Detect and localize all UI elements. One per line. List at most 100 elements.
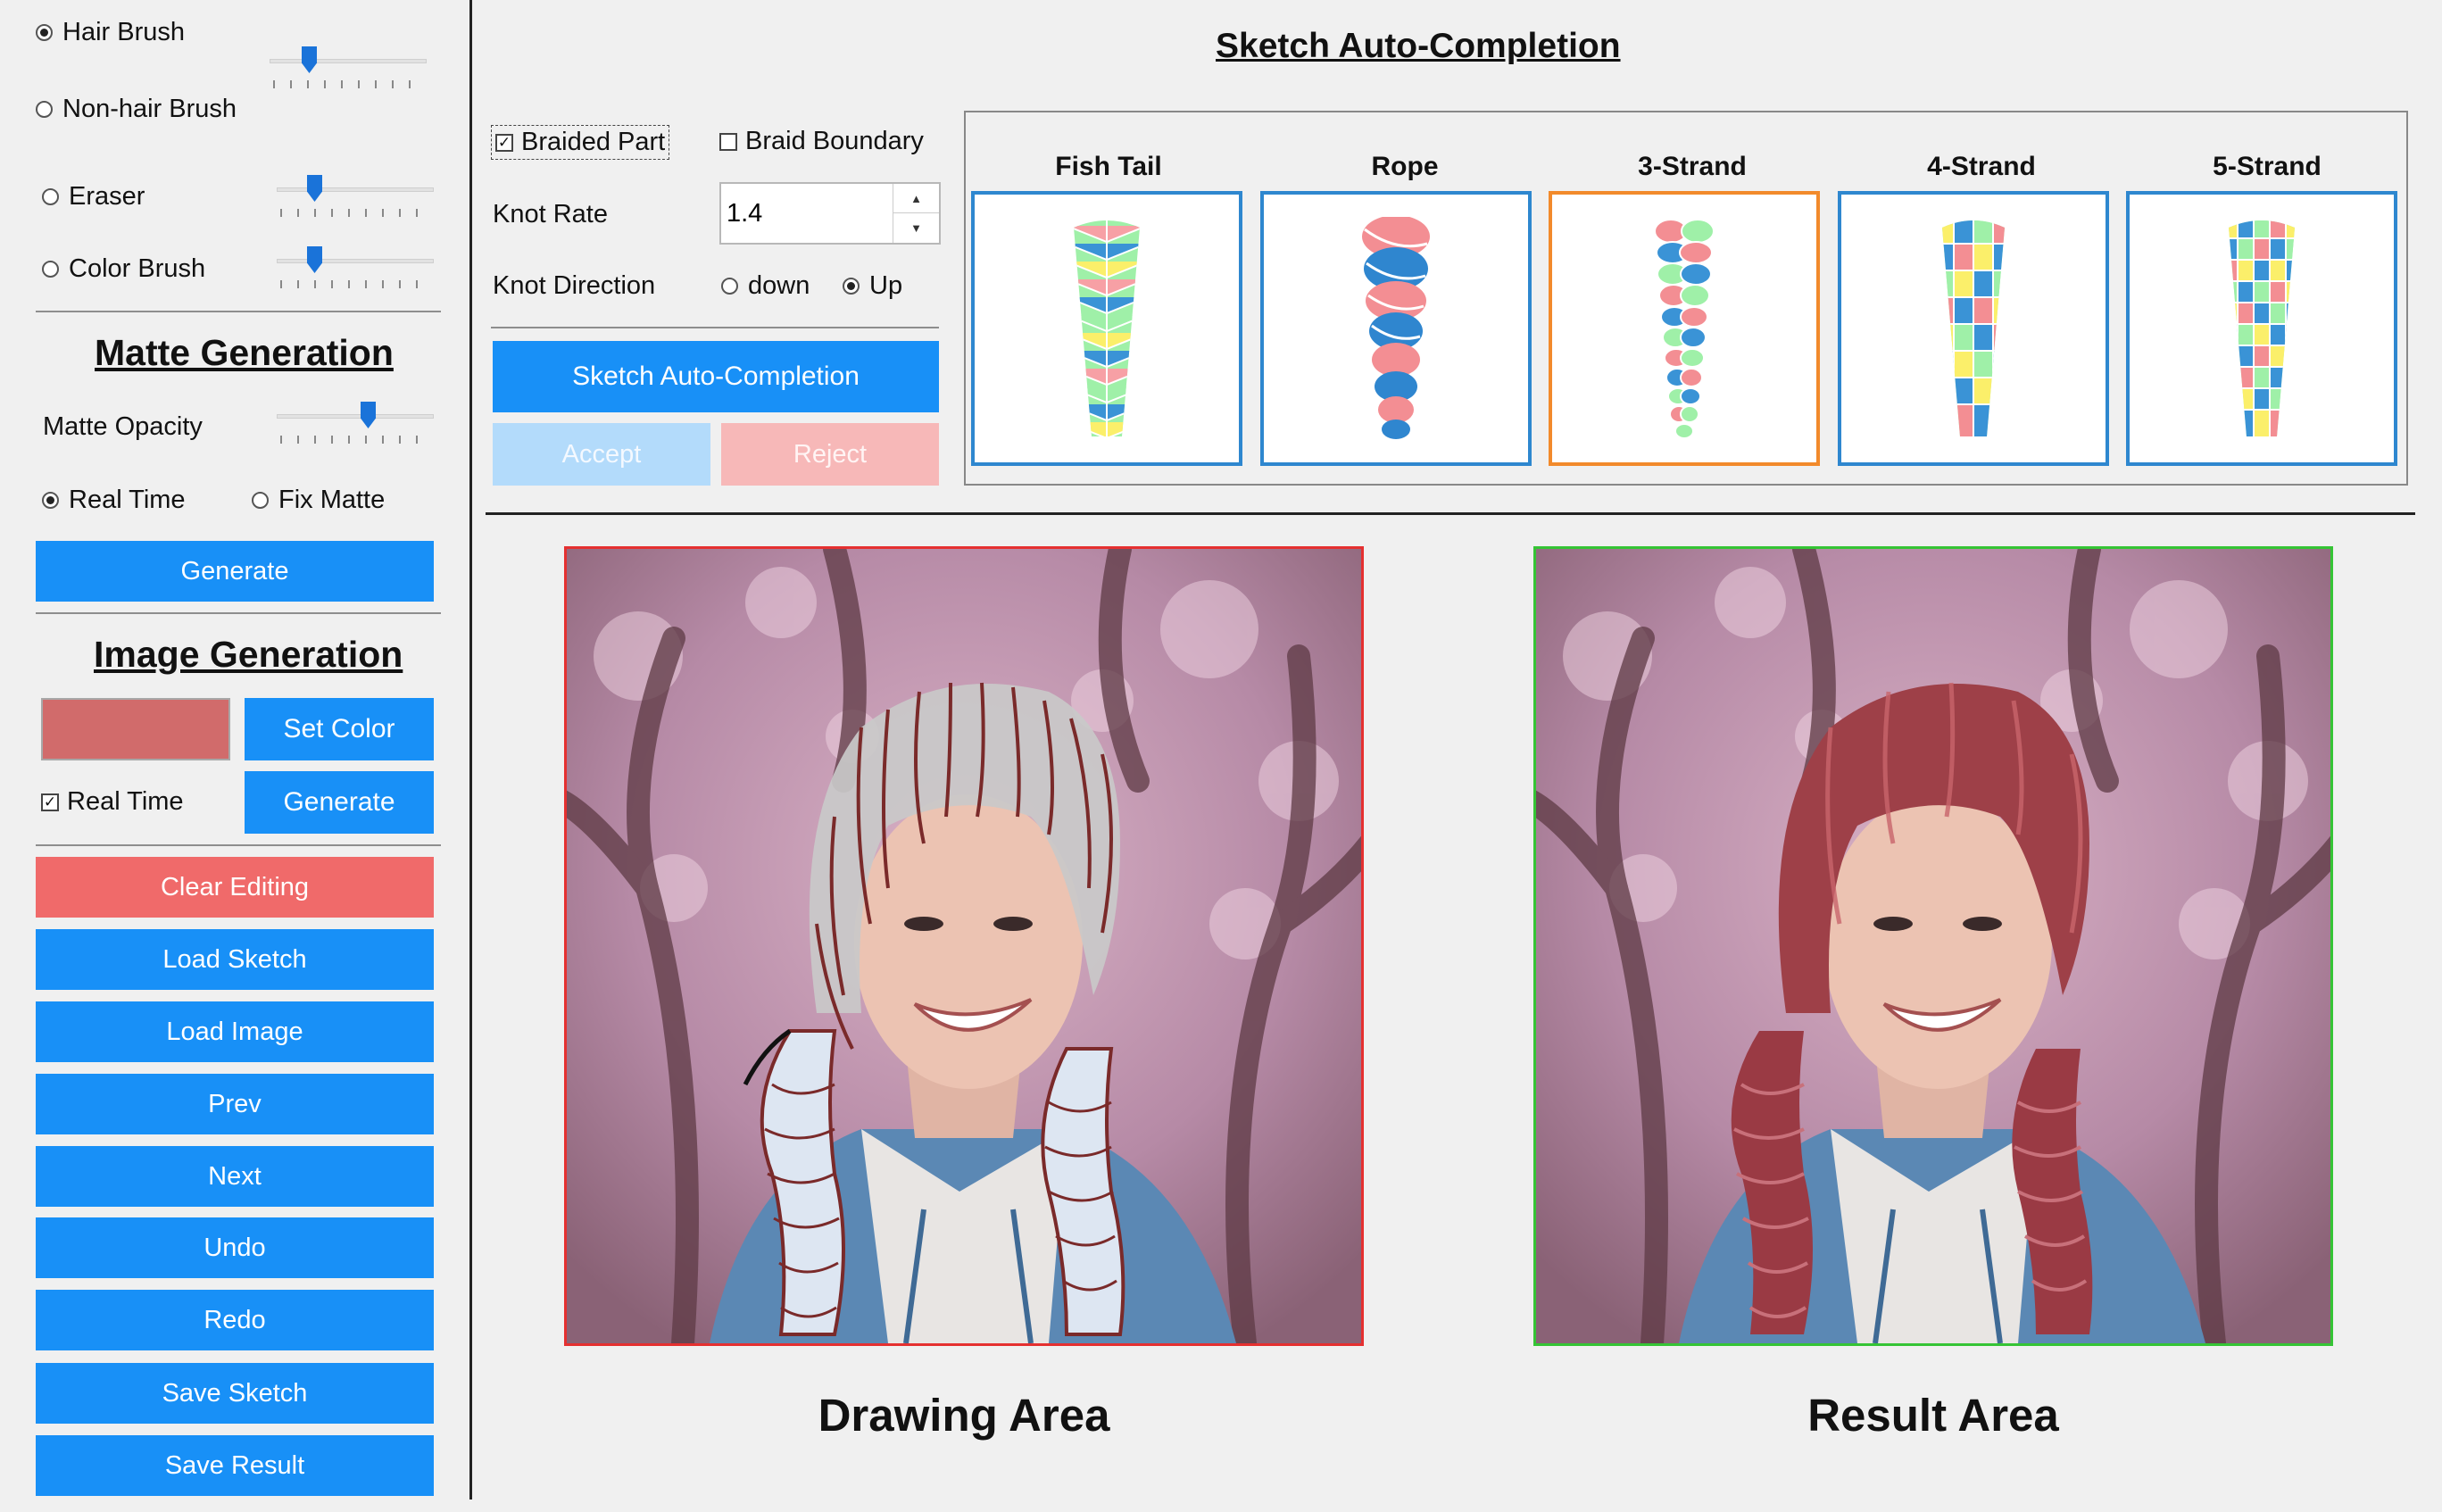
radio-indicator	[42, 492, 59, 509]
panel-divider	[469, 0, 472, 1500]
slider-thumb[interactable]	[302, 46, 317, 73]
color-brush-size-slider[interactable]	[277, 246, 434, 291]
four-strand-braid-icon	[1942, 220, 2005, 436]
braid-style-5-strand[interactable]	[2126, 191, 2397, 466]
knot-direction-label: Knot Direction	[493, 271, 656, 300]
knot-rate-spinbox[interactable]: ▲ ▼	[719, 182, 941, 245]
matte-opacity-slider[interactable]	[277, 402, 434, 446]
slider-track	[277, 187, 434, 192]
load-image-button[interactable]: Load Image	[36, 1001, 434, 1062]
matte-real-time-label: Real Time	[69, 486, 186, 514]
non-hair-brush-radio[interactable]: Non-hair Brush	[36, 95, 237, 124]
radio-indicator	[252, 492, 269, 509]
radio-indicator	[36, 101, 53, 118]
up-label: Up	[869, 271, 903, 300]
drawing-area-caption: Drawing Area	[818, 1390, 1110, 1441]
matte-generate-button[interactable]: Generate	[36, 541, 434, 602]
divider	[491, 327, 939, 328]
hair-brush-size-slider[interactable]	[270, 46, 427, 91]
down-label: down	[748, 271, 810, 300]
braid-style-3-strand[interactable]	[1549, 191, 1820, 466]
save-result-button[interactable]: Save Result	[36, 1435, 434, 1496]
eraser-label: Eraser	[69, 182, 145, 211]
redo-button[interactable]: Redo	[36, 1290, 434, 1350]
slider-ticks	[280, 209, 430, 217]
braid-boundary-label: Braid Boundary	[745, 127, 924, 155]
slider-track	[277, 414, 434, 419]
result-area-caption: Result Area	[1807, 1390, 2059, 1441]
radio-indicator	[721, 278, 738, 295]
load-sketch-button[interactable]: Load Sketch	[36, 929, 434, 990]
braided-part-label: Braided Part	[521, 128, 666, 156]
braid-boundary-checkbox[interactable]: Braid Boundary	[719, 127, 924, 156]
divider	[36, 844, 441, 846]
color-brush-radio[interactable]: Color Brush	[42, 254, 205, 284]
prev-button[interactable]: Prev	[36, 1074, 434, 1134]
radio-indicator	[42, 261, 59, 278]
matte-opacity-label: Matte Opacity	[43, 412, 203, 441]
slider-thumb[interactable]	[307, 246, 322, 273]
checkbox-indicator: ✓	[495, 133, 513, 152]
slider-ticks	[280, 436, 430, 444]
braid-style-rope[interactable]	[1260, 191, 1532, 466]
eraser-size-slider[interactable]	[277, 175, 434, 220]
reject-button[interactable]: Reject	[721, 423, 939, 486]
style-label-4-strand: 4-Strand	[1927, 152, 2036, 181]
radio-indicator	[42, 188, 59, 205]
sketch-auto-completion-title: Sketch Auto-Completion	[1216, 27, 1621, 65]
style-label-fish-tail: Fish Tail	[1055, 152, 1162, 181]
image-real-time-label: Real Time	[67, 787, 184, 816]
style-label-rope: Rope	[1371, 152, 1439, 181]
fix-matte-radio[interactable]: Fix Matte	[252, 486, 385, 515]
slider-thumb[interactable]	[307, 175, 322, 202]
result-image	[1536, 549, 2330, 1343]
clear-editing-button[interactable]: Clear Editing	[36, 857, 434, 918]
knot-rate-label: Knot Rate	[493, 200, 608, 228]
matte-generation-title: Matte Generation	[95, 332, 394, 373]
checkbox-indicator: ✓	[41, 793, 59, 811]
save-sketch-button[interactable]: Save Sketch	[36, 1363, 434, 1424]
sketch-auto-completion-button[interactable]: Sketch Auto-Completion	[493, 341, 939, 412]
radio-indicator	[36, 24, 53, 41]
braid-style-4-strand[interactable]	[1838, 191, 2109, 466]
undo-button[interactable]: Undo	[36, 1217, 434, 1278]
drawing-area[interactable]	[564, 546, 1364, 1346]
hair-brush-label: Hair Brush	[62, 18, 185, 46]
color-brush-label: Color Brush	[69, 254, 206, 283]
spin-down-icon[interactable]: ▼	[893, 213, 939, 243]
slider-track	[270, 59, 427, 63]
braided-part-checkbox[interactable]: ✓ Braided Part	[491, 125, 670, 160]
fix-matte-label: Fix Matte	[278, 486, 386, 514]
gallery-divider	[486, 512, 2415, 515]
rope-braid-icon	[1362, 217, 1430, 439]
accept-button[interactable]: Accept	[493, 423, 710, 486]
image-generate-button[interactable]: Generate	[245, 771, 434, 834]
braid-style-fish-tail[interactable]	[971, 191, 1242, 466]
slider-track	[277, 259, 434, 263]
drawing-canvas[interactable]	[567, 549, 1361, 1343]
result-area	[1533, 546, 2333, 1346]
next-button[interactable]: Next	[36, 1146, 434, 1207]
matte-real-time-radio[interactable]: Real Time	[42, 486, 186, 515]
divider	[36, 311, 441, 312]
color-swatch[interactable]	[41, 698, 230, 760]
set-color-button[interactable]: Set Color	[245, 698, 434, 760]
divider	[36, 612, 441, 614]
slider-ticks	[280, 280, 430, 288]
style-label-3-strand: 3-Strand	[1638, 152, 1747, 181]
spin-up-icon[interactable]: ▲	[893, 184, 939, 213]
radio-indicator	[843, 278, 860, 295]
three-strand-braid-icon	[1654, 219, 1715, 439]
style-label-5-strand: 5-Strand	[2213, 152, 2322, 181]
knot-direction-up-radio[interactable]: Up	[843, 271, 902, 301]
image-real-time-checkbox[interactable]: ✓ Real Time	[41, 787, 184, 817]
eraser-radio[interactable]: Eraser	[42, 182, 145, 212]
non-hair-brush-label: Non-hair Brush	[62, 95, 237, 123]
fish-tail-braid-icon	[1074, 220, 1140, 436]
checkbox-indicator	[719, 132, 737, 151]
hair-brush-radio[interactable]: Hair Brush	[36, 18, 185, 47]
knot-direction-down-radio[interactable]: down	[721, 271, 810, 301]
slider-thumb[interactable]	[361, 402, 376, 428]
slider-ticks	[273, 80, 423, 88]
knot-rate-input[interactable]	[721, 184, 891, 243]
